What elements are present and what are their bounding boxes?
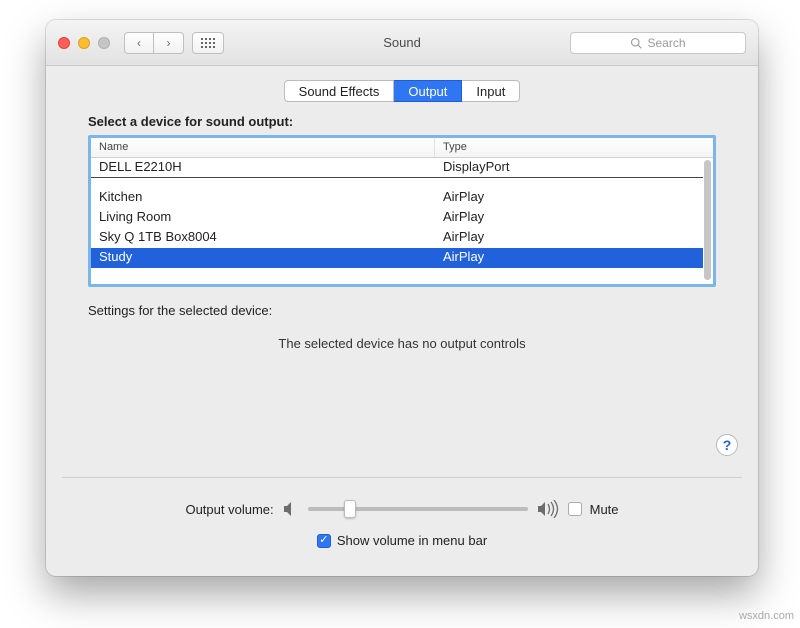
search-placeholder: Search: [647, 36, 685, 50]
column-header-name[interactable]: Name: [91, 138, 435, 157]
device-name: Sky Q 1TB Box8004: [91, 228, 435, 248]
tab-sound-effects[interactable]: Sound Effects: [284, 80, 395, 102]
watermark: wsxdn.com: [739, 610, 794, 622]
chevron-right-icon: ›: [167, 36, 171, 50]
show-volume-menubar-label: Show volume in menu bar: [337, 533, 487, 548]
device-type: AirPlay: [435, 228, 703, 248]
show-all-button[interactable]: [192, 32, 224, 54]
device-name: Kitchen: [91, 188, 435, 208]
search-field[interactable]: Search: [570, 32, 746, 54]
slider-knob[interactable]: [344, 500, 356, 518]
device-name: DELL E2210H: [91, 158, 435, 177]
minimize-window-button[interactable]: [78, 37, 90, 49]
mute-checkbox[interactable]: [568, 502, 582, 516]
device-type: DisplayPort: [435, 158, 703, 177]
device-row[interactable]: DELL E2210H DisplayPort: [91, 158, 703, 178]
device-row[interactable]: Kitchen AirPlay: [91, 188, 703, 208]
tab-input[interactable]: Input: [462, 80, 520, 102]
help-icon: ?: [723, 437, 732, 453]
device-name: Living Room: [91, 208, 435, 228]
mute-label: Mute: [590, 502, 619, 517]
nav-buttons: ‹ ›: [124, 32, 184, 54]
separator: [62, 477, 742, 478]
chevron-left-icon: ‹: [137, 36, 141, 50]
back-button[interactable]: ‹: [124, 32, 154, 54]
column-header-type[interactable]: Type: [435, 138, 713, 157]
close-window-button[interactable]: [58, 37, 70, 49]
content-area: Select a device for sound output: Name T…: [46, 102, 758, 351]
window-controls: [58, 37, 110, 49]
output-device-label: Select a device for sound output:: [88, 114, 716, 129]
output-volume-row: Output volume: Mute: [46, 500, 758, 518]
output-device-list: Name Type DELL E2210H DisplayPort Kitche…: [88, 135, 716, 287]
tab-bar: Sound Effects Output Input: [46, 80, 758, 102]
output-volume-label: Output volume:: [185, 502, 273, 517]
search-icon: [630, 37, 642, 49]
device-type: AirPlay: [435, 188, 703, 208]
show-volume-menubar-row: Show volume in menu bar: [46, 533, 758, 548]
help-button[interactable]: ?: [716, 434, 738, 456]
list-header: Name Type: [91, 138, 713, 158]
device-row[interactable]: Sky Q 1TB Box8004 AirPlay: [91, 228, 703, 248]
settings-for-device-label: Settings for the selected device:: [88, 303, 716, 318]
output-volume-slider[interactable]: [308, 507, 528, 511]
grid-icon: [201, 38, 215, 48]
volume-low-icon: [282, 501, 300, 517]
forward-button[interactable]: ›: [154, 32, 184, 54]
zoom-window-button[interactable]: [98, 37, 110, 49]
no-output-controls-text: The selected device has no output contro…: [88, 336, 716, 351]
scrollbar[interactable]: [704, 160, 711, 280]
volume-high-icon: [536, 500, 560, 518]
tab-output[interactable]: Output: [394, 80, 462, 102]
device-type: AirPlay: [435, 208, 703, 228]
device-row[interactable]: Living Room AirPlay: [91, 208, 703, 228]
device-type: AirPlay: [435, 248, 703, 268]
list-body: DELL E2210H DisplayPort Kitchen AirPlay …: [91, 158, 703, 284]
device-row-selected[interactable]: Study AirPlay: [91, 248, 703, 268]
sound-preferences-window: ‹ › Sound Search Sound Effects Output In…: [46, 20, 758, 576]
device-name: Study: [91, 248, 435, 268]
titlebar: ‹ › Sound Search: [46, 20, 758, 66]
list-gap: [91, 178, 703, 188]
show-volume-menubar-checkbox[interactable]: [317, 534, 331, 548]
